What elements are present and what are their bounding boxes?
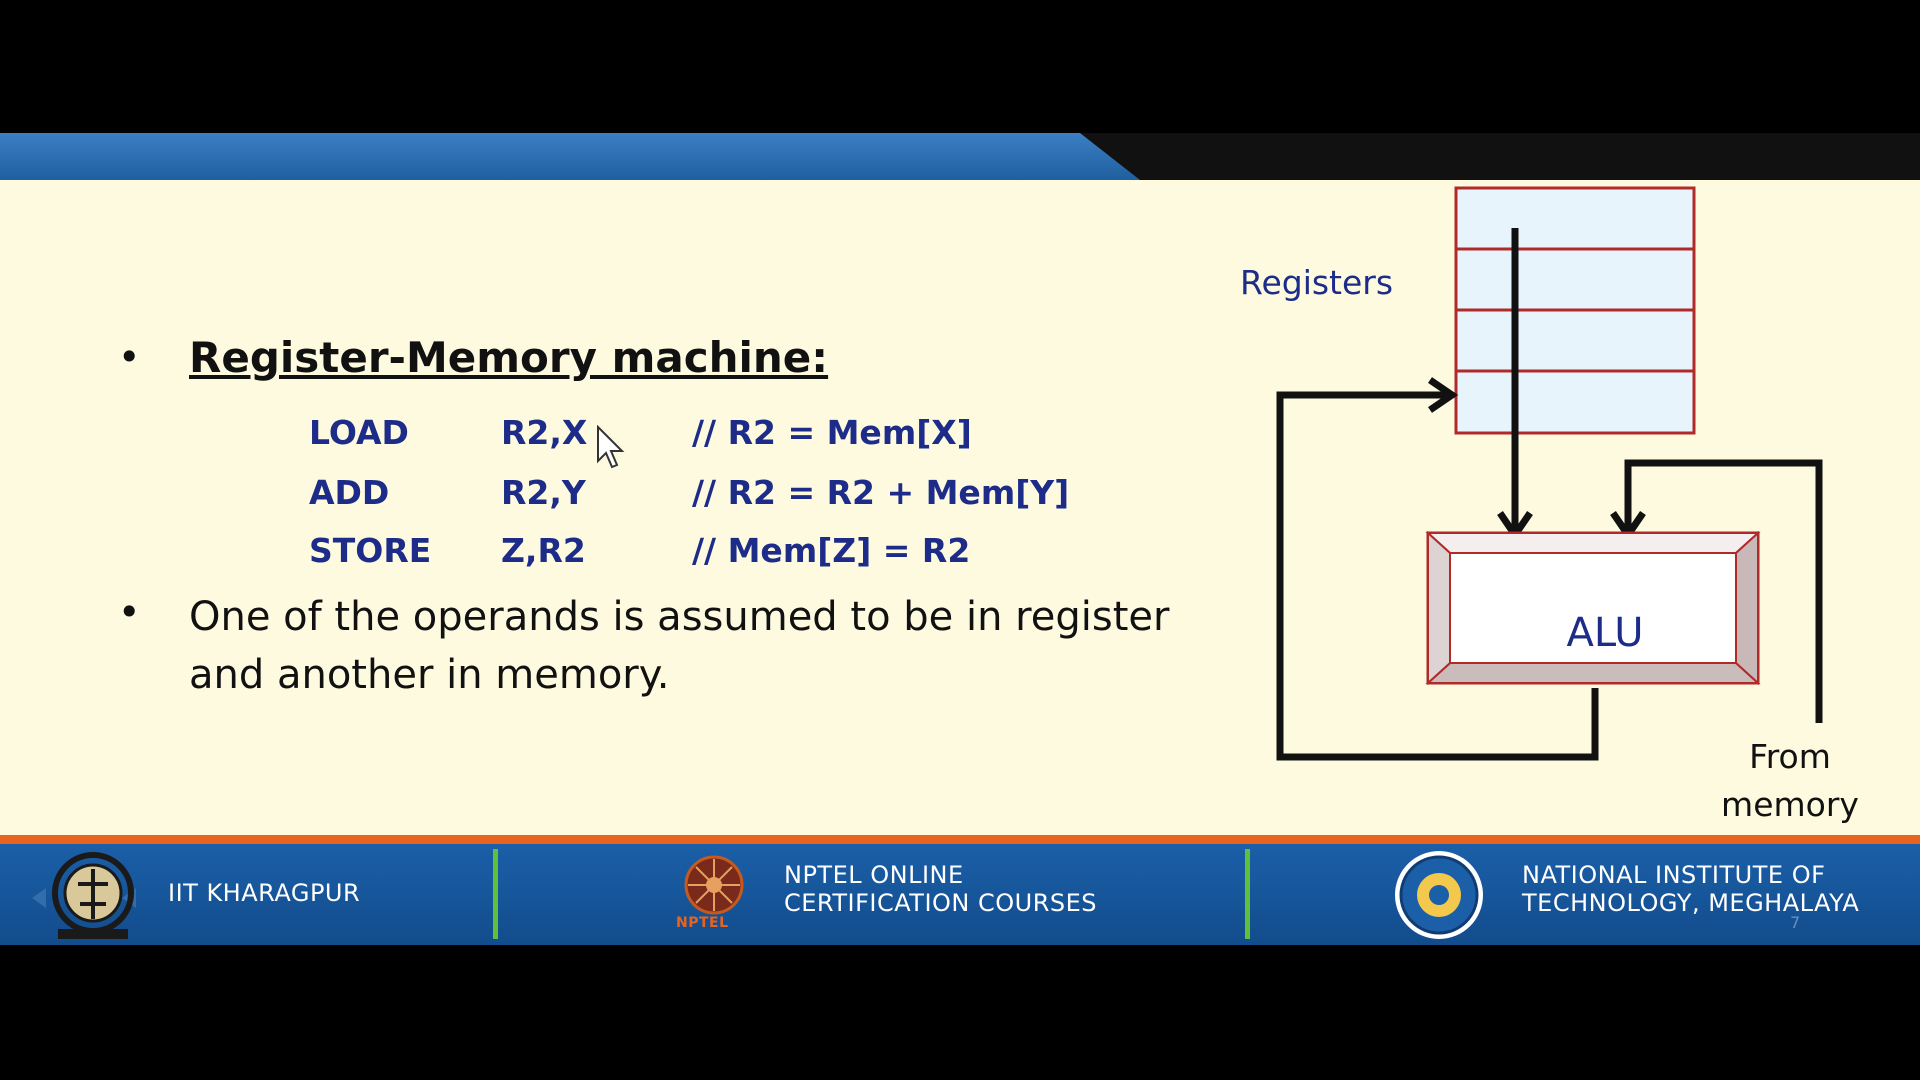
- footer-divider: [1245, 849, 1250, 939]
- footer-nptel-line1: NPTEL ONLINE: [784, 861, 964, 889]
- code-comment-load: // R2 = Mem[X]: [692, 413, 972, 452]
- alu-label: ALU: [1566, 610, 1644, 656]
- code-comment-store: // Mem[Z] = R2: [692, 531, 971, 570]
- slide-page-number: 7: [1790, 913, 1801, 932]
- code-args-load: R2,X: [501, 413, 588, 452]
- code-op-add: ADD: [309, 473, 390, 512]
- code-args-add: R2,Y: [501, 473, 586, 512]
- nptel-logo-text: NPTEL: [676, 915, 729, 931]
- code-comment-add: // R2 = R2 + Mem[Y]: [692, 473, 1070, 512]
- footer-nit-line1: NATIONAL INSTITUTE OF: [1522, 861, 1826, 889]
- video-letterbox-bottom: [0, 945, 1920, 1080]
- from-memory-line1: From: [1749, 737, 1831, 776]
- code-args-store: Z,R2: [501, 531, 586, 570]
- nit-meghalaya-logo-icon: [1395, 851, 1483, 939]
- code-op-store: STORE: [309, 531, 432, 570]
- bullet-icon: •: [118, 590, 141, 634]
- from-memory-line2: memory: [1721, 785, 1859, 824]
- footer-nit-line2: TECHNOLOGY, MEGHALAYA: [1522, 889, 1860, 917]
- footer-nptel-line2: CERTIFICATION COURSES: [784, 889, 1098, 917]
- registers-label: Registers: [1240, 263, 1394, 302]
- footer-accent-line: [0, 835, 1920, 844]
- footer-divider: [493, 849, 498, 939]
- from-memory-label: From memory: [1690, 733, 1890, 829]
- register-alu-diagram: Registers ALU From memory: [1230, 183, 1920, 833]
- slide-description: One of the operands is assumed to be in …: [189, 594, 1170, 698]
- slide-title: Register-Memory machine:: [189, 333, 829, 382]
- video-letterbox-top: [0, 0, 1920, 133]
- mouse-cursor-icon: [597, 425, 625, 469]
- slide-header-bar: [0, 133, 1920, 180]
- slide-footer: IIT KHARAGPUR NPTEL NPTEL ONLINE CERTIFI…: [0, 835, 1920, 945]
- register-file: [1454, 186, 1696, 435]
- footer-iit-kharagpur: IIT KHARAGPUR: [168, 879, 361, 907]
- alu-box: [1425, 530, 1761, 686]
- bullet-icon: •: [118, 335, 141, 379]
- iit-kharagpur-logo-icon: [52, 852, 134, 939]
- slide-header-accent: [0, 133, 1140, 180]
- slide: • Register-Memory machine: LOAD R2,X // …: [0, 133, 1920, 945]
- code-op-load: LOAD: [309, 413, 409, 452]
